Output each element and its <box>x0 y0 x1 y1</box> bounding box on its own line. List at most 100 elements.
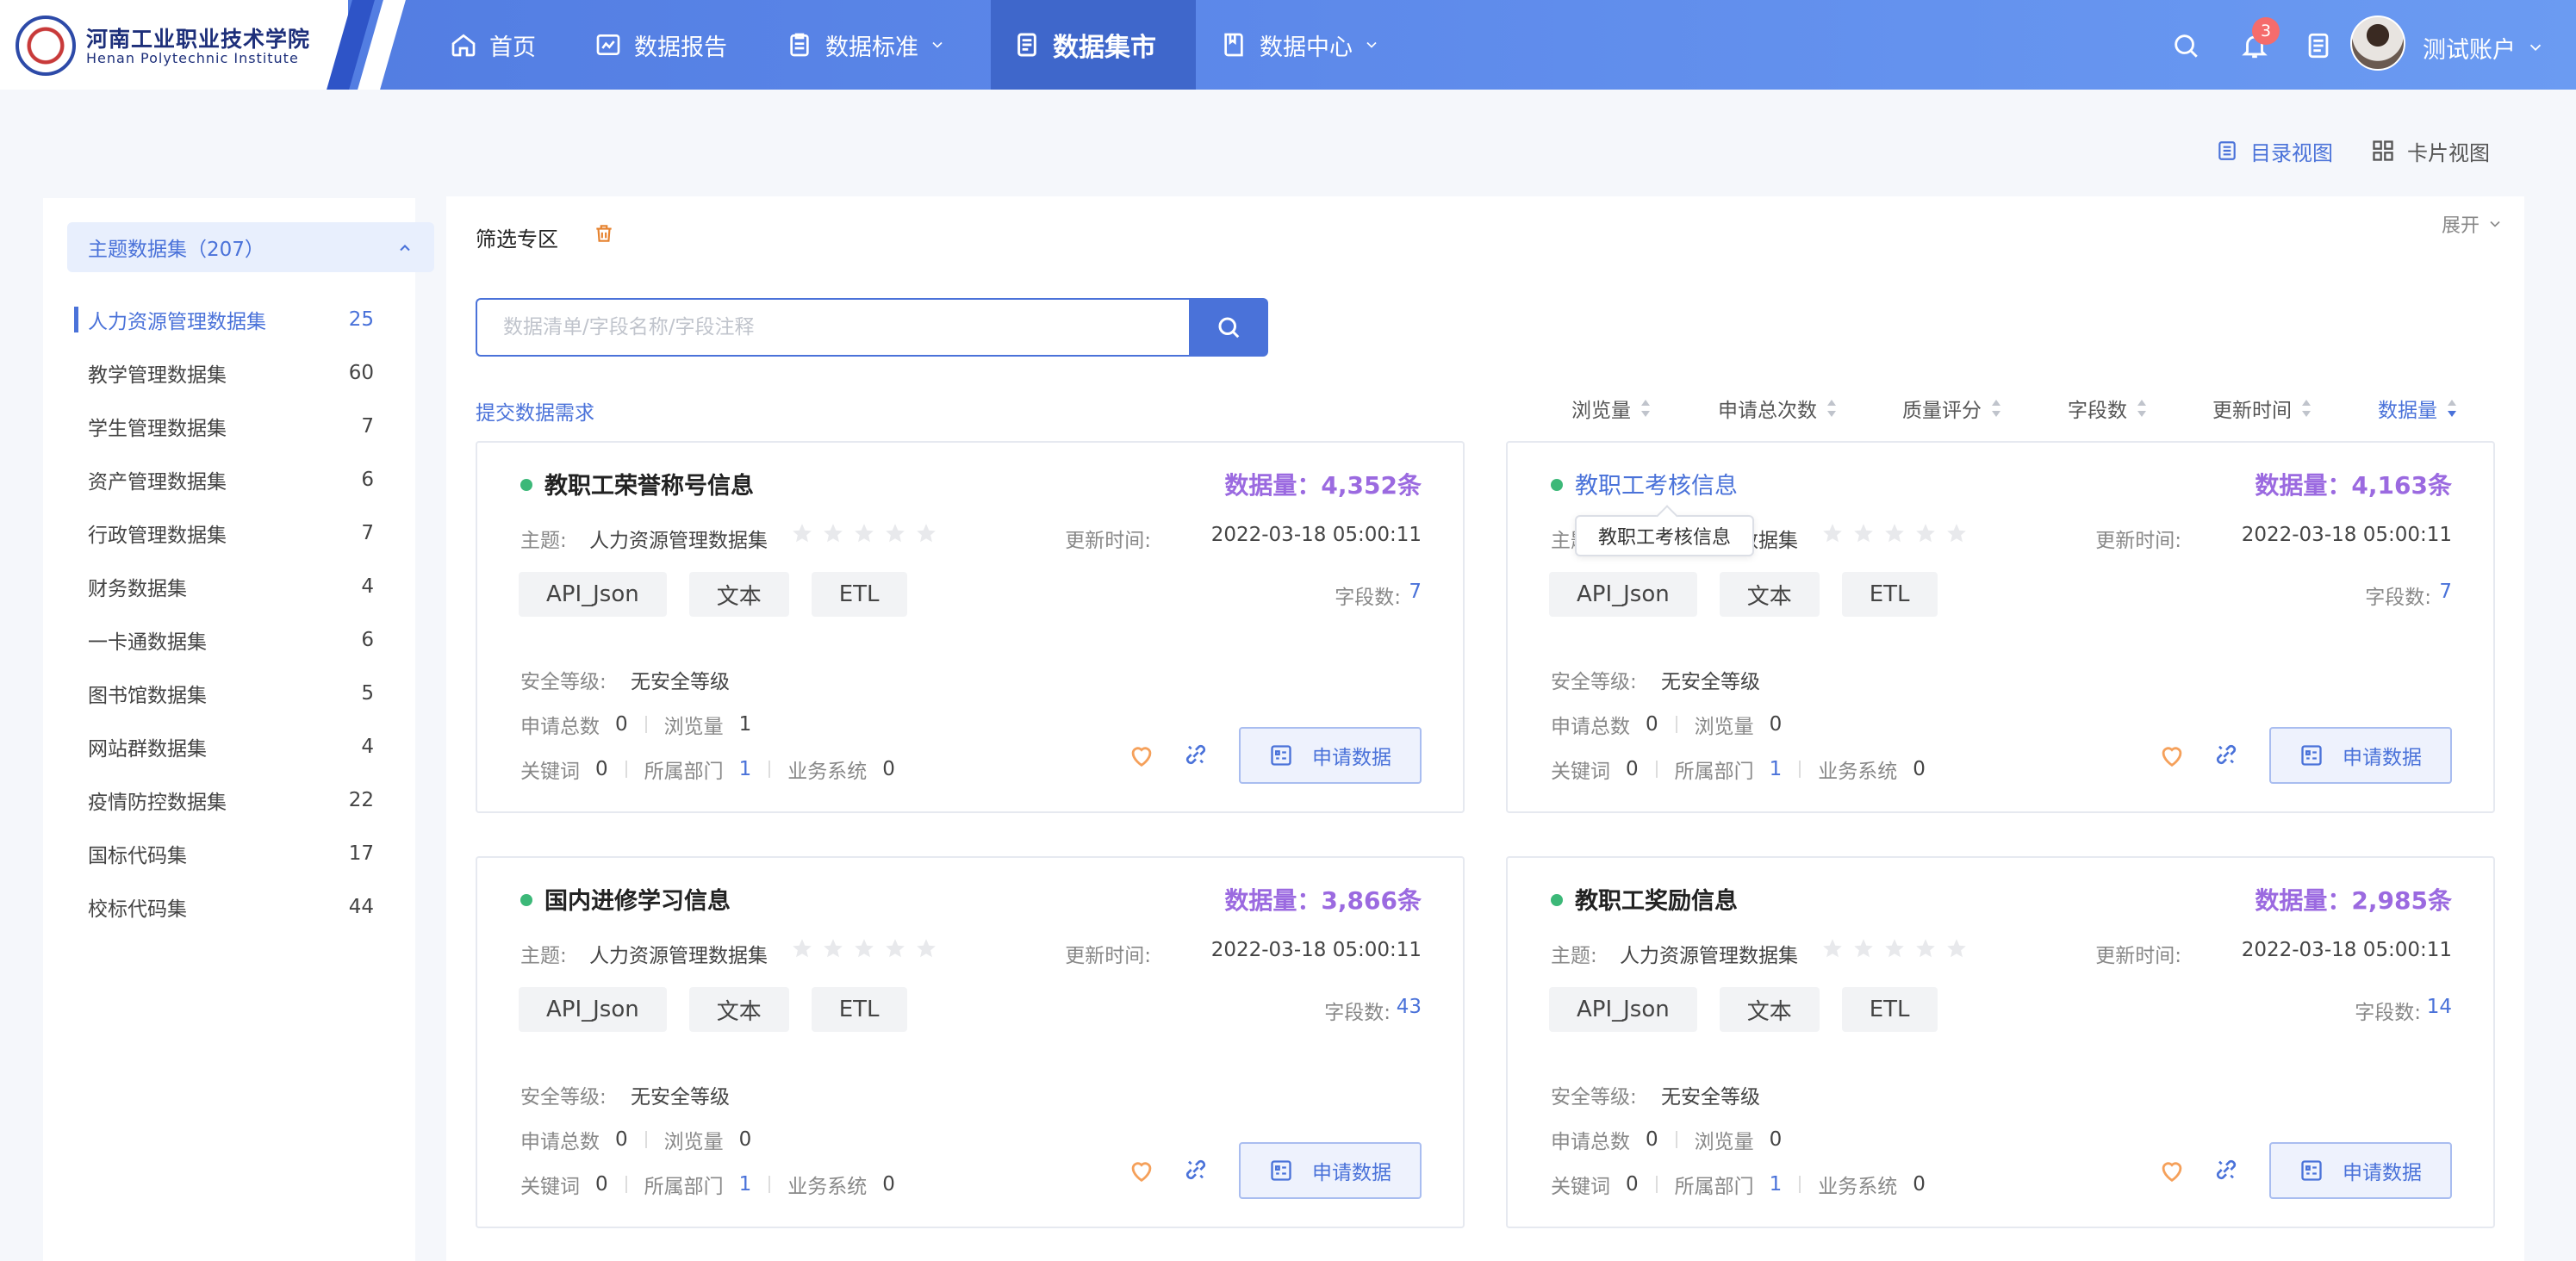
dataset-card[interactable]: 教职工荣誉称号信息 数据量：4,352条 主题: 人力资源管理数据集 更新时间:… <box>476 441 1465 813</box>
tag-list: API_Json 文本 ETL <box>519 987 907 1032</box>
sidebar-item-card[interactable]: 一卡通数据集 6 <box>43 613 415 667</box>
department-value[interactable]: 1 <box>739 1173 752 1196</box>
sidebar-item-count: 60 <box>348 362 374 384</box>
topic-sidebar: 主题数据集（207） 人力资源管理数据集 25 教学管理数据集 60 学生管理数据集… <box>43 198 434 1261</box>
divider <box>1655 761 1658 778</box>
nav-label: 数据集市 <box>1053 33 1156 63</box>
chevron-down-icon <box>1366 41 1377 48</box>
field-count-value[interactable]: 43 <box>1397 996 1422 1018</box>
chevron-up-icon[interactable] <box>396 239 414 257</box>
star-icon <box>1854 939 1873 958</box>
home-icon <box>451 34 476 57</box>
sidebar-item-finance[interactable]: 财务数据集 4 <box>43 560 415 613</box>
dataset-title[interactable]: 教职工考核信息 <box>1575 467 1738 500</box>
sidebar-item-epidemic[interactable]: 疫情防控数据集 22 <box>43 773 415 827</box>
heart-icon[interactable] <box>2157 1156 2187 1185</box>
nav-data-center[interactable]: 数据中心 <box>1220 0 1380 90</box>
sort-views[interactable]: 浏览量 <box>1571 391 1652 426</box>
link-icon[interactable] <box>1182 1156 1210 1183</box>
heart-icon[interactable] <box>2157 741 2187 770</box>
nav-home[interactable]: 首页 <box>450 0 536 90</box>
chevron-down-icon[interactable] <box>2526 38 2545 57</box>
sidebar-item-national-code[interactable]: 国标代码集 17 <box>43 827 415 880</box>
dataset-card[interactable]: 国内进修学习信息 数据量：3,866条 主题: 人力资源管理数据集 更新时间: … <box>476 856 1465 1228</box>
field-count-value[interactable]: 7 <box>2435 581 2452 603</box>
security-level-label: 安全等级: <box>520 671 607 693</box>
dataset-card[interactable]: 教职工考核信息 数据量：4,163条 主题: 人力资源管理数据集 更新时间: 2… <box>1506 441 2495 813</box>
tag: 文本 <box>1719 987 1820 1032</box>
avatar[interactable] <box>2350 16 2405 71</box>
heart-icon[interactable] <box>1127 1156 1156 1185</box>
department-value[interactable]: 1 <box>739 758 752 780</box>
search-button[interactable] <box>1189 298 1268 357</box>
topic-dataset-header[interactable]: 主题数据集（207） <box>67 222 434 272</box>
dataset-title[interactable]: 教职工荣誉称号信息 <box>544 467 754 500</box>
update-time-value: 2022-03-18 05:00:11 <box>1210 939 1422 961</box>
main-panel: 筛选专区 展开 提交数据需求 浏览量 申请总次数 质量评分 字段数 更新时间 数… <box>446 196 2524 1261</box>
nav-data-mart[interactable]: 数据集市 <box>991 0 1196 90</box>
sidebar-item-asset[interactable]: 资产管理数据集 6 <box>43 453 415 506</box>
sidebar-item-library[interactable]: 图书馆数据集 5 <box>43 667 415 720</box>
sort-data-volume[interactable]: 数据量 <box>2378 391 2458 426</box>
department-value[interactable]: 1 <box>1770 758 1783 780</box>
nav-label: 数据报告 <box>634 34 727 61</box>
expand-toggle[interactable]: 展开 <box>2442 210 2504 238</box>
sidebar-item-student[interactable]: 学生管理数据集 7 <box>43 400 415 453</box>
meta-row: 关键词 0 所属部门 1 业务系统 0 <box>520 1170 895 1199</box>
sidebar-item-label: 财务数据集 <box>88 578 187 600</box>
sidebar-item-website[interactable]: 网站群数据集 4 <box>43 720 415 773</box>
document-list-icon[interactable] <box>2304 31 2333 60</box>
apply-data-button[interactable]: 申请数据 <box>1239 1142 1422 1199</box>
school-name-en: Henan Polytechnic Institute <box>86 50 299 66</box>
apply-data-button[interactable]: 申请数据 <box>1239 727 1422 784</box>
star-icon <box>917 939 936 958</box>
keywords-label: 关键词 <box>520 1176 580 1198</box>
sort-apply-total[interactable]: 申请总次数 <box>1718 391 1838 426</box>
dataset-title[interactable]: 国内进修学习信息 <box>544 882 731 916</box>
logo-area[interactable]: 河南工业职业技术学院 Henan Polytechnic Institute <box>0 0 348 90</box>
update-time-value: 2022-03-18 05:00:11 <box>2241 524 2452 546</box>
search-icon[interactable] <box>2171 31 2200 60</box>
account-name[interactable]: 测试账户 <box>2423 31 2516 65</box>
keywords-label: 关键词 <box>520 761 580 783</box>
apply-data-label: 申请数据 <box>2343 747 2422 769</box>
department-value[interactable]: 1 <box>1770 1173 1783 1196</box>
link-icon[interactable] <box>2212 741 2240 768</box>
trash-icon[interactable] <box>593 222 615 245</box>
dataset-card[interactable]: 教职工奖励信息 数据量：2,985条 主题: 人力资源管理数据集 更新时间: 2… <box>1506 856 2495 1228</box>
card-view-button[interactable]: 卡片视图 <box>2371 136 2490 165</box>
apply-data-label: 申请数据 <box>1312 1162 1391 1184</box>
submit-data-request-link[interactable]: 提交数据需求 <box>476 396 594 426</box>
sort-update-time[interactable]: 更新时间 <box>2212 391 2312 426</box>
sort-icon <box>1641 400 1650 417</box>
department-label: 所属部门 <box>1674 1176 1754 1198</box>
nav-data-standard[interactable]: 数据标准 <box>786 0 946 90</box>
divider <box>768 1176 771 1193</box>
apply-data-button[interactable]: 申请数据 <box>2269 1142 2452 1199</box>
catalog-view-label: 目录视图 <box>2250 140 2333 165</box>
business-system-label: 业务系统 <box>787 1176 868 1198</box>
dataset-title[interactable]: 教职工奖励信息 <box>1575 882 1738 916</box>
sidebar-item-label: 学生管理数据集 <box>88 418 227 440</box>
heart-icon[interactable] <box>1127 741 1156 770</box>
catalog-view-button[interactable]: 目录视图 <box>2216 136 2333 165</box>
field-count-label: 字段数: <box>1324 1002 1391 1024</box>
search-input[interactable] <box>476 298 1191 357</box>
sort-quality[interactable]: 质量评分 <box>1902 391 2002 426</box>
link-icon[interactable] <box>1182 741 1210 768</box>
tag-list: API_Json 文本 ETL <box>1549 572 1938 617</box>
sort-fields[interactable]: 字段数 <box>2068 391 2148 426</box>
sidebar-item-teaching[interactable]: 教学管理数据集 60 <box>43 346 415 400</box>
field-count-value[interactable]: 7 <box>1404 581 1422 603</box>
sidebar-item-admin[interactable]: 行政管理数据集 7 <box>43 506 415 560</box>
nav-label: 首页 <box>489 34 536 61</box>
field-count-label: 字段数: <box>2365 587 2431 609</box>
security-level-value: 无安全等级 <box>631 1086 730 1109</box>
sidebar-item-hr[interactable]: 人力资源管理数据集 25 <box>43 293 415 346</box>
nav-data-report[interactable]: 数据报告 <box>594 0 727 90</box>
field-count-value[interactable]: 14 <box>2427 996 2452 1018</box>
apply-data-button[interactable]: 申请数据 <box>2269 727 2452 784</box>
sidebar-item-count: 6 <box>361 629 374 651</box>
link-icon[interactable] <box>2212 1156 2240 1183</box>
sidebar-item-school-code[interactable]: 校标代码集 44 <box>43 880 415 934</box>
